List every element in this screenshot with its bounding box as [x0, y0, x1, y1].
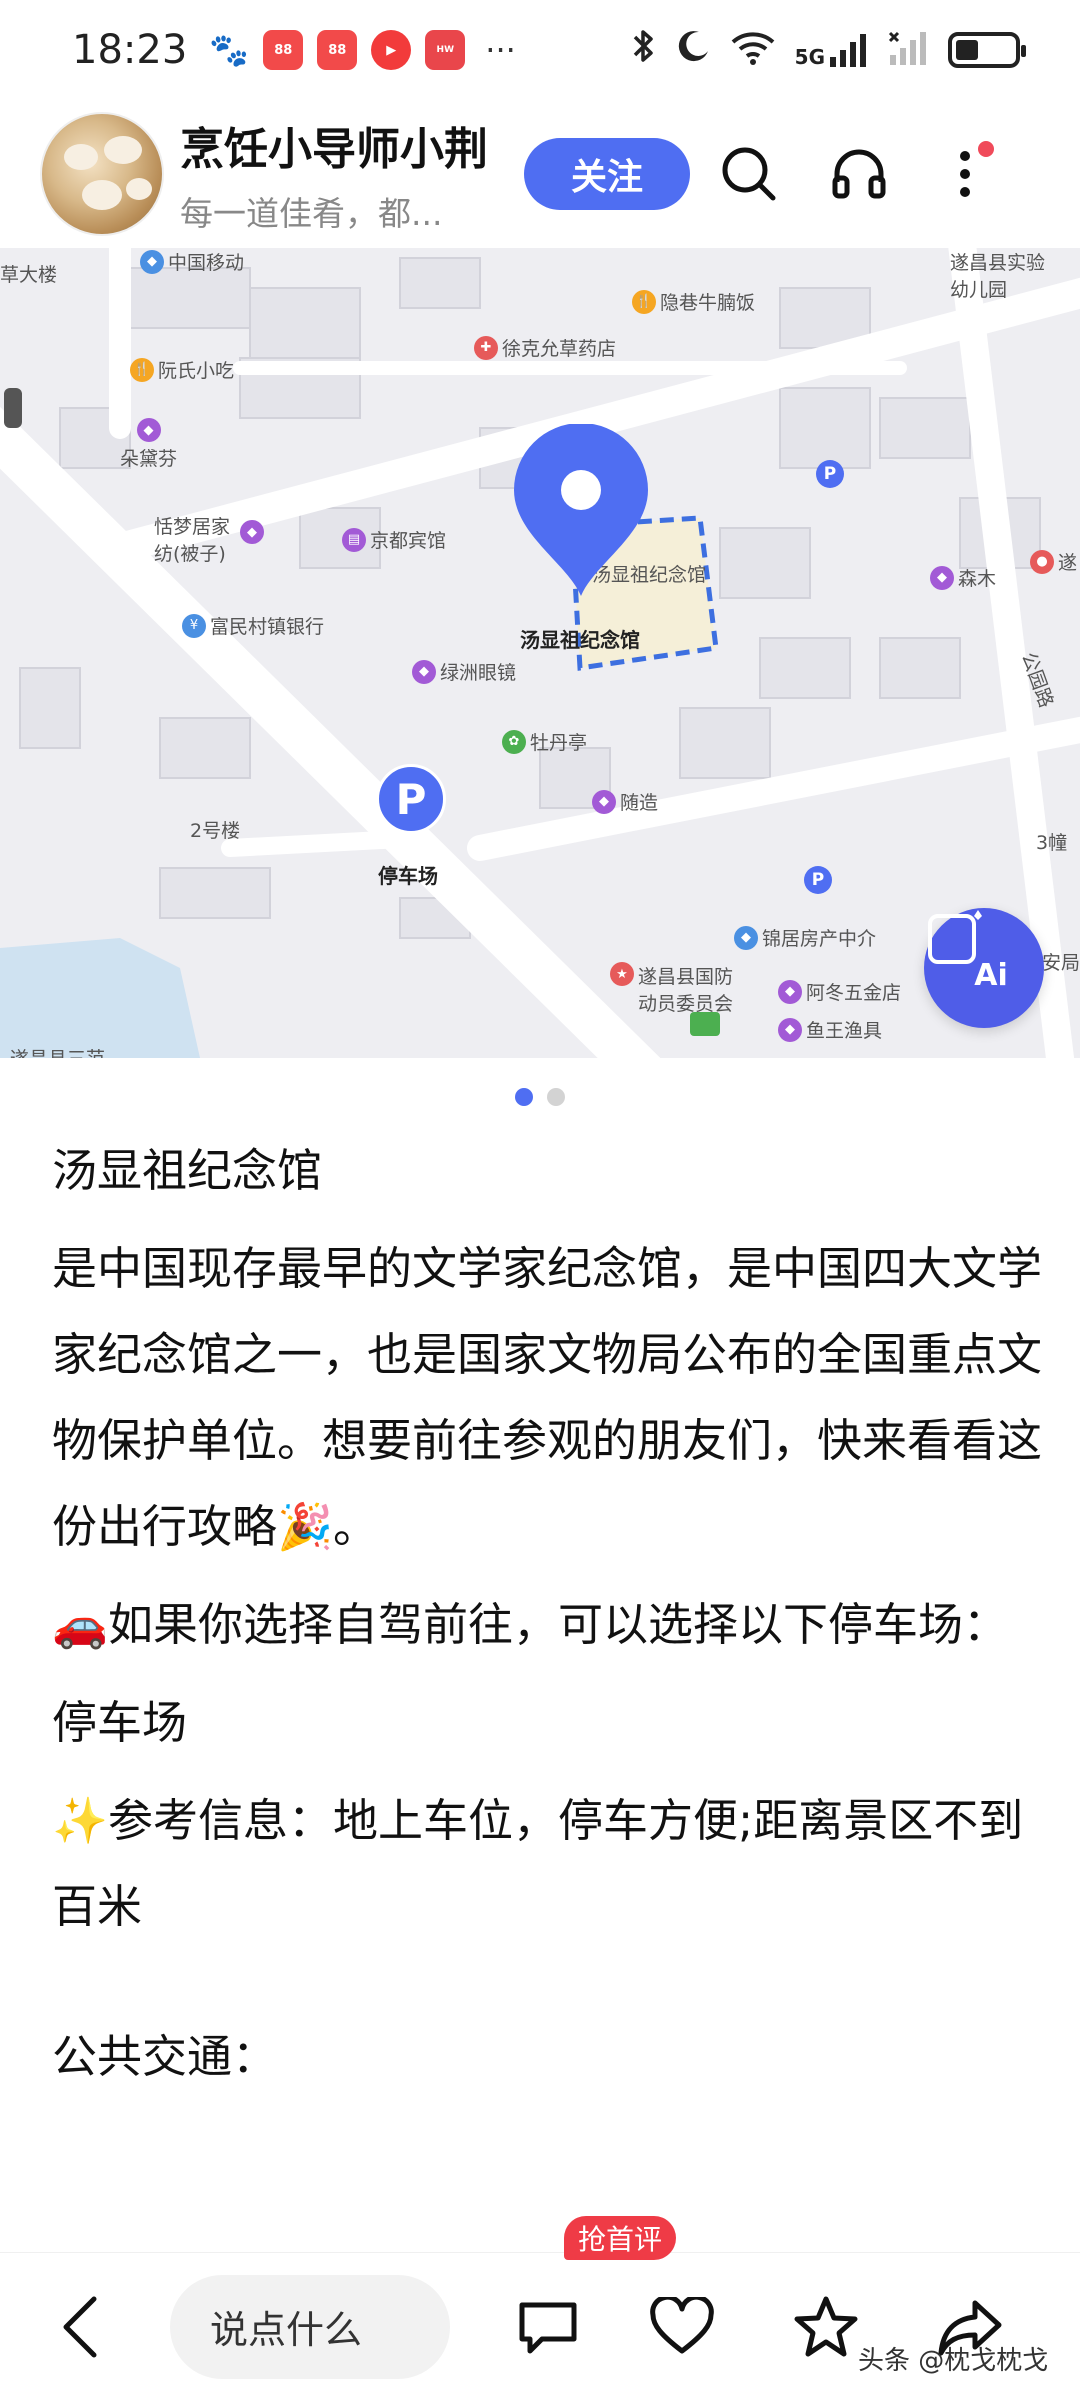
- poi-kindergarten[interactable]: 遂昌县实验 幼儿园: [950, 248, 1045, 302]
- article-drive: 🚗如果你选择自驾前往，可以选择以下停车场：: [52, 1598, 1009, 1651]
- map-view[interactable]: ◆ 中国移动 草大楼 🍴 隐巷牛腩饭 遂昌县实验 幼儿园 ✚ 徐克允草药店 🍴 阮氏小吃 …: [0, 248, 1080, 1058]
- image-pager: [0, 1088, 1080, 1106]
- bluetooth-icon: [631, 28, 657, 73]
- wifi-icon: [731, 31, 775, 69]
- author-name[interactable]: 烹饪小导师小荆: [180, 113, 510, 177]
- baidu-paw-icon: 🐾: [209, 30, 250, 70]
- article-header: 烹饪小导师小荆 每一道佳肴，都... 关注: [0, 100, 1080, 248]
- like-button[interactable]: [642, 2287, 722, 2367]
- heart-icon: [650, 2296, 714, 2353]
- pager-dot[interactable]: [547, 1088, 565, 1106]
- parking-marker-small[interactable]: P: [816, 460, 844, 488]
- watermark: 头条 @枕戈枕戈: [858, 2346, 1049, 2376]
- poi-xuke[interactable]: ✚ 徐克允草药店: [474, 334, 616, 361]
- article-transit: 公共交通：: [52, 2030, 278, 2083]
- pager-dot-active[interactable]: [515, 1088, 533, 1106]
- poi-lvzhou[interactable]: ◆ 绿洲眼镜: [412, 658, 516, 685]
- poi-ruanshi[interactable]: 🍴 阮氏小吃: [130, 356, 234, 383]
- headphones-icon[interactable]: [824, 139, 894, 209]
- poi-yinxiang[interactable]: 🍴 隐巷牛腩饭: [632, 288, 755, 315]
- poi-adong[interactable]: ◆ 阿冬五金店: [778, 978, 901, 1005]
- article-body: 汤显祖纪念馆 是中国现存最早的文学家纪念馆，是中国四大文学家纪念馆之一，也是国家…: [52, 1128, 1042, 2100]
- video-play-icon: ▶: [371, 30, 412, 70]
- memorial-pin-label: 汤显祖纪念馆: [520, 628, 640, 652]
- moon-icon: [677, 29, 711, 72]
- notification-dot: [978, 141, 994, 157]
- star-icon: [794, 2296, 858, 2356]
- comment-input[interactable]: 说点什么: [170, 2274, 450, 2379]
- status-app-icons: 🐾 88 88 ▶ HW ···: [209, 30, 516, 70]
- poi-tianmeng[interactable]: 恬梦居家 纺(被子): [154, 512, 230, 566]
- poi-jingdu[interactable]: ▤ 京都宾馆: [342, 526, 446, 553]
- poi-building2: 2号楼: [190, 820, 241, 842]
- kuaishou-icon-2: 88: [317, 30, 358, 70]
- more-options-icon[interactable]: [930, 139, 1000, 209]
- poi-edge-marker: ● 遂: [1030, 548, 1077, 575]
- article-title: 汤显祖纪念馆: [52, 1144, 323, 1197]
- back-button[interactable]: [40, 2287, 120, 2367]
- search-icon[interactable]: [714, 139, 784, 209]
- poi-jinju[interactable]: ◆ 锦居房产中介: [734, 924, 876, 951]
- article-intro: 是中国现存最早的文学家纪念馆，是中国四大文学家纪念馆之一，也是国家文物局公布的全…: [52, 1242, 1043, 1553]
- signal-5g-icon: 5G: [795, 33, 868, 67]
- author-avatar[interactable]: [40, 112, 164, 236]
- poi-anju: 安局: [1042, 952, 1080, 974]
- author-info[interactable]: 烹饪小导师小荆 每一道佳肴，都...: [180, 113, 510, 235]
- kuaishou-icon: 88: [263, 30, 304, 70]
- poi-yuwang[interactable]: ◆ 鱼王渔具: [778, 1016, 882, 1043]
- parking-marker[interactable]: P: [376, 764, 446, 834]
- location-pin-icon[interactable]: [508, 424, 654, 600]
- poi-duodaifen[interactable]: ◆ 朵黛芬: [120, 418, 177, 471]
- poi-cmcc[interactable]: ◆ 中国移动: [140, 248, 244, 275]
- poi-fumin[interactable]: ¥ 富民村镇银行: [182, 612, 324, 639]
- article-parking: 停车场: [52, 1696, 188, 1749]
- status-time: 18:23: [72, 27, 188, 73]
- poi-grass: 草大楼: [0, 264, 58, 286]
- poi-mudan[interactable]: ✿ 牡丹亭: [502, 728, 587, 755]
- follow-button[interactable]: 关注: [524, 138, 690, 210]
- ai-assistant-button[interactable]: Ai: [924, 908, 1044, 1028]
- traffic-light-icon: [4, 388, 22, 428]
- author-bio: 每一道佳肴，都...: [180, 194, 443, 233]
- huawei-icon: HW: [425, 30, 466, 70]
- parking-marker-small-2[interactable]: P: [804, 866, 832, 894]
- poi-suizao[interactable]: ◆ 随造: [592, 788, 658, 815]
- poi-senmu[interactable]: ◆ 森木: [930, 564, 996, 591]
- more-notifications-icon: ···: [485, 31, 516, 69]
- poi-tianmeng-marker: ◆: [240, 520, 264, 544]
- comment-icon: [519, 2302, 577, 2353]
- battery-icon: [948, 32, 1026, 68]
- bottom-action-bar: 说点什么: [0, 2252, 1080, 2400]
- bus-stop-icon: [690, 1012, 720, 1036]
- poi-bottom-edge: 遂昌县三范: [10, 1044, 105, 1058]
- chevron-left-icon: [63, 2296, 97, 2357]
- poi-guofang[interactable]: ★ 遂昌县国防 动员委员会: [610, 962, 733, 1016]
- favorite-button[interactable]: [786, 2287, 866, 2367]
- comment-button[interactable]: [508, 2287, 588, 2367]
- poi-building3: 3幢: [1036, 832, 1068, 854]
- article-reference: ✨参考信息：地上车位，停车方便;距离景区不到百米: [52, 1794, 1024, 1933]
- signal-weak-icon: [888, 31, 928, 69]
- parking-label: 停车场: [378, 864, 438, 888]
- status-bar: 18:23 🐾 88 88 ▶ HW ··· 5G: [0, 0, 1080, 100]
- first-review-badge[interactable]: 抢首评: [564, 2216, 677, 2260]
